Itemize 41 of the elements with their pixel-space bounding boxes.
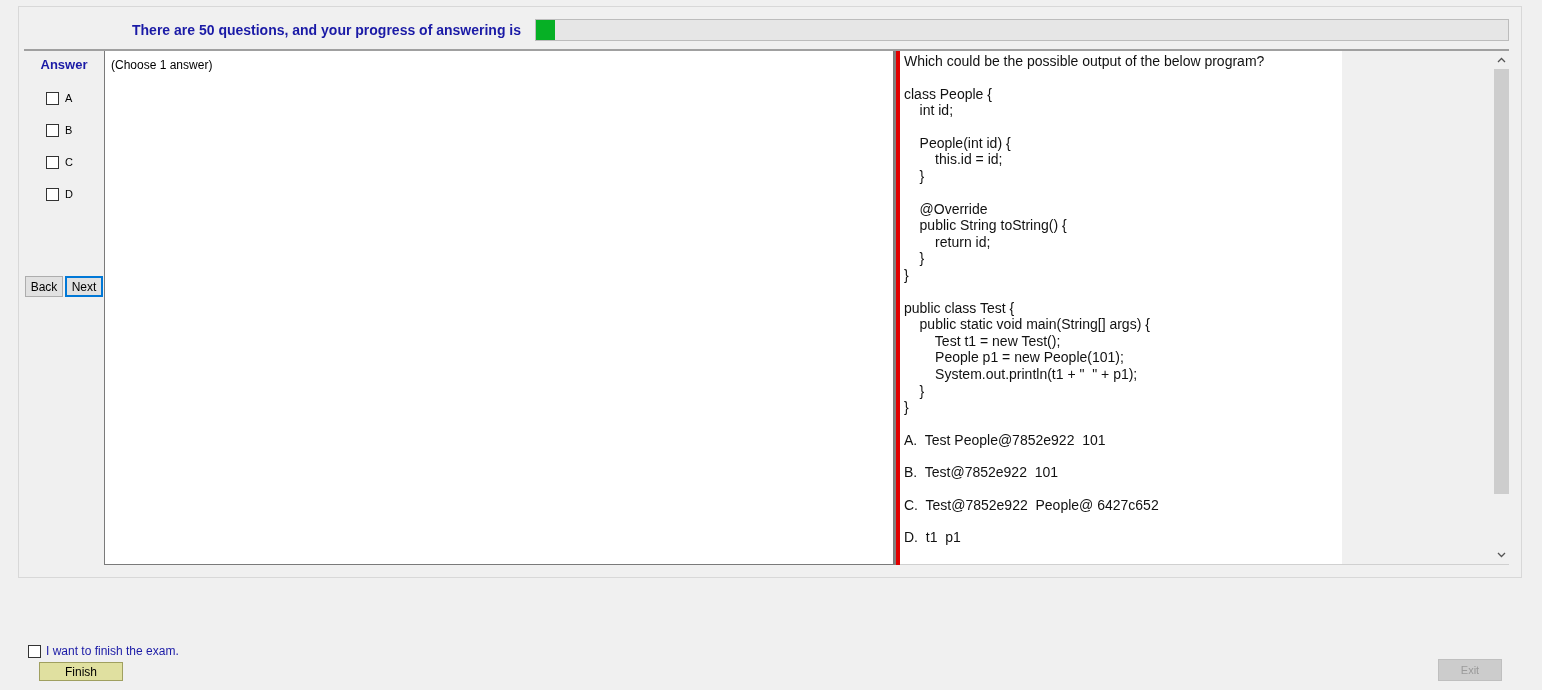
- finish-label: I want to finish the exam.: [46, 644, 179, 658]
- question-line: }: [904, 399, 910, 416]
- question-line: @Override: [918, 200, 989, 218]
- option-label: D: [65, 188, 73, 200]
- question-line: Test t1 = new Test();: [933, 332, 1062, 350]
- question-line: }: [918, 382, 926, 400]
- question-line: public class Test {: [904, 299, 1016, 317]
- progress-text: There are 50 questions, and your progress of answering is: [132, 22, 521, 38]
- answer-title: Answer: [40, 57, 88, 72]
- question-line: public String toString() {: [918, 217, 1068, 234]
- answer-checkbox[interactable]: [46, 155, 59, 169]
- question-line: int id;: [918, 102, 955, 119]
- question-line: B. Test@7852e922 101: [904, 464, 1060, 481]
- question-line: Which could be the possible output of the below program?: [904, 53, 1266, 70]
- option-label: B: [65, 124, 73, 136]
- question-line: class People {: [904, 85, 993, 103]
- nav-button[interactable]: Next: [65, 276, 103, 297]
- question-line: C. Test@7852e922 People@ 6427c652: [904, 496, 1160, 514]
- question-line: People(int id) {: [918, 134, 1012, 152]
- nav-button[interactable]: Back: [25, 276, 63, 297]
- option-label: C: [65, 156, 73, 168]
- answer-checkbox[interactable]: [46, 187, 59, 201]
- question-line: this.id = id;: [934, 151, 1004, 168]
- question-line: }: [904, 266, 910, 284]
- answer-checkbox[interactable]: [46, 91, 59, 105]
- answer-checkbox[interactable]: [46, 123, 59, 137]
- option-label: A: [65, 92, 73, 104]
- question-line: }: [918, 167, 926, 185]
- scroll-up-icon[interactable]: [1496, 57, 1506, 63]
- question-line: return id;: [934, 233, 992, 251]
- finish-checkbox[interactable]: [28, 644, 41, 658]
- answer-hint: (Choose 1 answer): [111, 58, 213, 72]
- question-line: System.out.println(t1 + " " + p1);: [934, 365, 1139, 383]
- answer-area[interactable]: (Choose 1 answer): [104, 51, 894, 565]
- question-line: public static void main(String[] args) {: [918, 316, 1151, 333]
- question-line: D. t1 p1: [904, 529, 962, 547]
- question-line: }: [918, 250, 926, 267]
- question-line: People p1 = new People(101);: [934, 349, 1125, 366]
- question-line: A. Test People@7852e922 101: [904, 431, 1107, 449]
- finish-button[interactable]: Finish: [39, 662, 123, 681]
- scroll-down-icon[interactable]: [1496, 552, 1506, 558]
